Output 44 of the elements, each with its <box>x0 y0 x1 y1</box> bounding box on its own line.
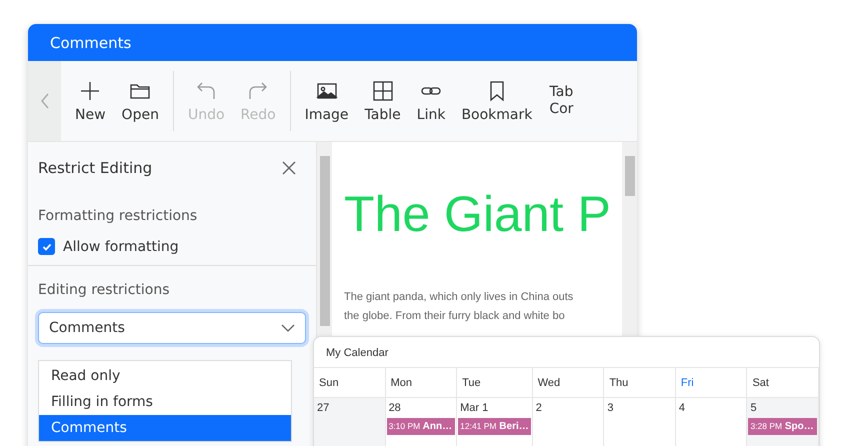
section-heading: Formatting restrictions <box>37 208 198 224</box>
checkbox-label: Allow formatting <box>63 238 179 254</box>
calendar-event[interactable]: 3:10 PM Ann… <box>386 418 456 435</box>
day-header[interactable]: Tue <box>457 368 533 398</box>
date-number: 27 <box>316 402 330 414</box>
dropdown-option[interactable]: Read only <box>39 363 291 389</box>
document-heading: The Giant P <box>344 185 612 244</box>
calendar-title: My Calendar <box>314 337 819 368</box>
close-icon[interactable] <box>280 159 298 177</box>
toolbar-button[interactable]: Bookmark <box>453 74 540 128</box>
date-number: 2 <box>534 402 543 414</box>
scroll-thumb[interactable] <box>624 156 634 196</box>
toolbar-button[interactable]: Image <box>296 74 357 128</box>
chevron-down-icon <box>281 324 295 332</box>
date-number: 3 <box>606 402 614 414</box>
day-header[interactable]: Thu <box>604 368 676 398</box>
calendar-event[interactable]: 12:41 PM Beri… <box>458 418 531 435</box>
panel-title: Restrict Editing <box>38 159 152 177</box>
day-header[interactable]: Wed <box>532 368 604 398</box>
chevron-left-icon[interactable] <box>40 92 50 110</box>
checkbox[interactable] <box>38 238 55 255</box>
checkmark-icon <box>42 242 52 252</box>
date-number: 28 <box>388 402 402 414</box>
link-icon <box>421 86 442 94</box>
paragraph-line: The giant panda, which only lives in China outs <box>344 290 574 305</box>
date-number: 4 <box>678 402 686 414</box>
toolbar-button[interactable]: Open <box>114 74 167 128</box>
date-number: 5 <box>749 402 758 414</box>
restriction-dropdown[interactable]: Comments <box>38 312 306 344</box>
paragraph-line: the globe. From their furry black and white bo <box>344 309 566 324</box>
window-title: Comments <box>28 24 637 61</box>
day-header[interactable]: Mon <box>386 368 458 398</box>
calendar-event[interactable]: 3:28 PM Spo… <box>748 418 817 435</box>
toolbar-button[interactable]: Tab Cor <box>540 80 582 122</box>
table-icon <box>370 78 395 102</box>
date-number: Mar 1 <box>459 402 490 414</box>
toolbar-button[interactable]: New <box>67 74 114 128</box>
toolbar-button[interactable]: Table <box>356 74 409 128</box>
toolbar-button[interactable]: Link <box>408 74 454 128</box>
dropdown-option[interactable]: Filling in forms <box>39 389 291 415</box>
dropdown-option[interactable]: Comments <box>39 415 291 441</box>
section-heading: Editing restrictions <box>37 281 171 298</box>
day-header[interactable]: Fri <box>676 368 748 398</box>
scroll-thumb[interactable] <box>320 156 330 326</box>
